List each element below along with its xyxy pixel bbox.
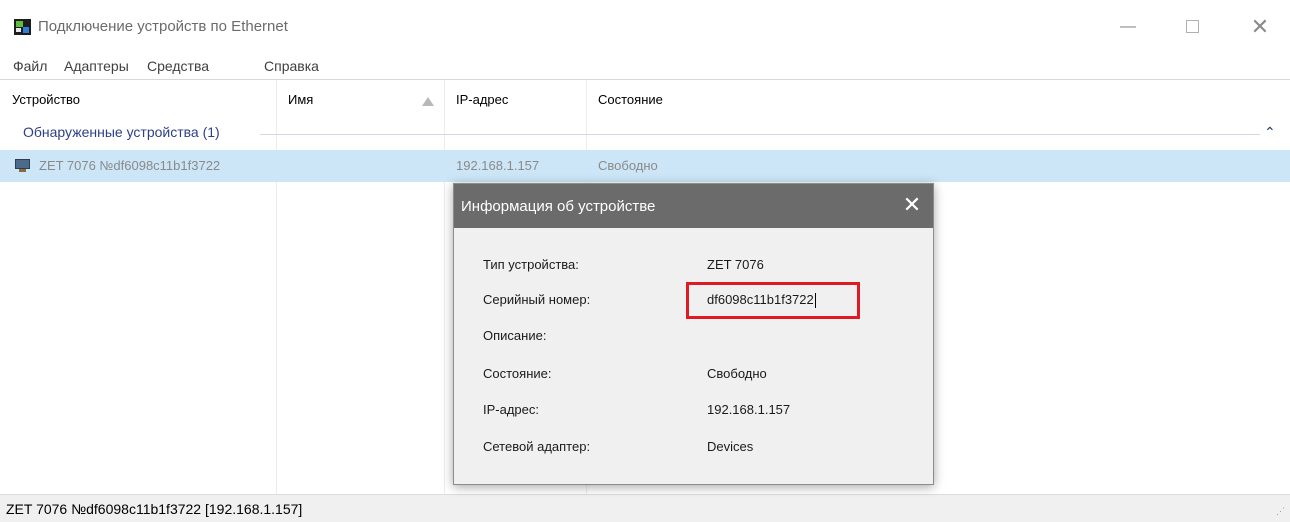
row-device: ZET 7076 №df6098c11b1f3722 bbox=[39, 158, 221, 173]
label-description: Описание: bbox=[483, 328, 547, 343]
menu-adapters[interactable]: Адаптеры bbox=[64, 58, 129, 74]
group-header[interactable]: Обнаруженные устройства (1) ⌃ bbox=[0, 120, 1290, 146]
column-header-name[interactable]: Имя bbox=[276, 80, 444, 120]
chevron-up-icon[interactable]: ⌃ bbox=[1264, 124, 1276, 141]
column-header-state[interactable]: Состояние bbox=[586, 80, 786, 120]
serial-number-field[interactable]: df6098c11b1f3722 bbox=[707, 292, 816, 309]
column-header-name-label: Имя bbox=[288, 92, 314, 107]
value-network-adapter: Devices bbox=[707, 439, 754, 454]
label-ip-address: IP-адрес: bbox=[483, 402, 539, 417]
status-bar: ZET 7076 №df6098c11b1f3722 [192.168.1.15… bbox=[0, 494, 1290, 522]
close-button[interactable]: ✕ bbox=[1238, 12, 1282, 42]
network-pc-icon bbox=[15, 159, 30, 173]
value-ip-address: 192.168.1.157 bbox=[707, 402, 791, 417]
row-ip: 192.168.1.157 bbox=[456, 158, 540, 173]
label-state: Состояние: bbox=[483, 366, 552, 381]
menu-bar: Файл Адаптеры Средства Справка bbox=[0, 52, 1290, 78]
close-icon: ✕ bbox=[902, 192, 922, 217]
menu-tools[interactable]: Средства bbox=[147, 58, 209, 74]
device-info-dialog: Информация об устройстве ✕ Тип устройств… bbox=[453, 183, 934, 485]
label-serial-number: Серийный номер: bbox=[483, 292, 591, 307]
column-header-device[interactable]: Устройство bbox=[0, 80, 276, 120]
menu-file[interactable]: Файл bbox=[13, 58, 47, 74]
maximize-button[interactable] bbox=[1170, 12, 1214, 42]
dialog-close-button[interactable]: ✕ bbox=[899, 192, 925, 218]
sort-ascending-icon bbox=[422, 97, 434, 106]
title-bar: Подключение устройств по Ethernet — ✕ bbox=[0, 0, 1290, 52]
label-device-type: Тип устройства: bbox=[483, 257, 579, 272]
close-icon: ✕ bbox=[1250, 14, 1270, 39]
dialog-title: Информация об устройстве bbox=[461, 198, 656, 215]
row-state: Свободно bbox=[598, 158, 658, 173]
column-header-ip-label: IP-адрес bbox=[456, 92, 509, 107]
maximize-icon bbox=[1185, 20, 1199, 34]
serial-number-value: df6098c11b1f3722 bbox=[707, 292, 814, 307]
app-icon bbox=[14, 19, 31, 35]
column-header-device-label: Устройство bbox=[12, 92, 81, 107]
minimize-icon: — bbox=[1120, 18, 1136, 35]
minimize-button[interactable]: — bbox=[1106, 12, 1150, 42]
label-network-adapter: Сетевой адаптер: bbox=[483, 439, 591, 454]
dialog-title-bar[interactable]: Информация об устройстве ✕ bbox=[454, 184, 933, 228]
value-device-type: ZET 7076 bbox=[707, 257, 764, 272]
group-divider bbox=[260, 134, 1260, 135]
window-title: Подключение устройств по Ethernet bbox=[38, 18, 288, 35]
table-row[interactable]: ZET 7076 №df6098c11b1f3722 192.168.1.157… bbox=[0, 150, 1290, 182]
group-label: Обнаруженные устройства (1) bbox=[23, 124, 226, 140]
menu-help[interactable]: Справка bbox=[264, 58, 319, 74]
column-header-state-label: Состояние bbox=[598, 92, 663, 107]
column-header-ip[interactable]: IP-адрес bbox=[444, 80, 588, 120]
value-state: Свободно bbox=[707, 366, 767, 381]
text-caret bbox=[814, 293, 816, 309]
resize-grip-icon[interactable]: ⋰ bbox=[1276, 506, 1285, 517]
status-text: ZET 7076 №df6098c11b1f3722 [192.168.1.15… bbox=[6, 501, 303, 517]
